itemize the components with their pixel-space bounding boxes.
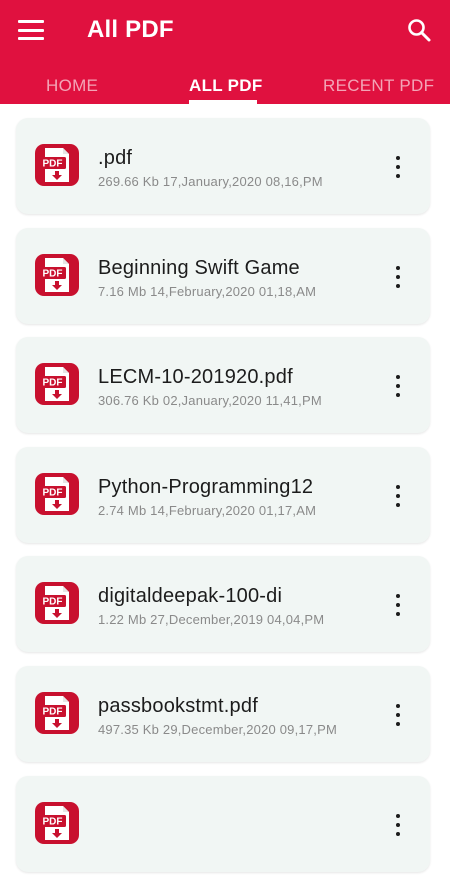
list-item[interactable]: PDF LECM-10-201920.pdf 306.76 Kb 02,Janu… xyxy=(16,337,430,434)
pdf-file-icon: PDF xyxy=(34,253,80,297)
more-vertical-icon[interactable] xyxy=(392,156,404,178)
page-title: All PDF xyxy=(87,16,174,43)
more-vertical-icon[interactable] xyxy=(392,813,404,836)
svg-text:PDF: PDF xyxy=(43,597,63,608)
pdf-file-icon: PDF xyxy=(34,472,80,516)
pdf-file-icon: PDF xyxy=(34,581,80,625)
file-meta: 7.16 Mb 14,February,2020 01,18,AM xyxy=(98,283,317,299)
hamburger-menu-icon[interactable] xyxy=(18,20,44,40)
pdf-file-list: PDF .pdf 269.66 Kb 17,January,2020 08,16… xyxy=(16,118,430,885)
svg-text:PDF: PDF xyxy=(43,707,63,718)
tab-bar: HOME ALL PDF RECENT PDF xyxy=(0,60,450,104)
list-item[interactable]: PDF Python-Programming12 2.74 Mb 14,Febr… xyxy=(16,446,430,543)
file-name: passbookstmt.pdf xyxy=(98,694,258,717)
more-vertical-icon[interactable] xyxy=(392,265,404,288)
pdf-file-icon: PDF xyxy=(34,691,80,735)
file-meta: 1.22 Mb 27,December,2019 04,04,PM xyxy=(98,612,325,628)
file-name: .pdf xyxy=(98,147,133,169)
file-name: digitaldeepak-100-di xyxy=(98,585,283,608)
svg-text:PDF: PDF xyxy=(43,268,63,279)
app-bar: All PDF HOME ALL PDF RECENT PDF xyxy=(0,0,450,104)
file-meta: 2.74 Mb 14,February,2020 01,17,AM xyxy=(98,502,317,518)
list-item[interactable]: PDF passbookstmt.pdf 497.35 Kb 29,Decemb… xyxy=(16,665,430,762)
list-item[interactable]: PDF .pdf 269.66 Kb 17,January,2020 08,16… xyxy=(16,118,430,214)
more-vertical-icon[interactable] xyxy=(392,594,404,617)
active-tab-indicator xyxy=(189,100,257,104)
search-icon[interactable] xyxy=(406,17,432,43)
svg-text:PDF: PDF xyxy=(43,816,63,827)
file-name: Python-Programming12 xyxy=(98,475,314,498)
svg-text:PDF: PDF xyxy=(43,159,63,170)
list-item[interactable]: PDF xyxy=(16,775,430,872)
file-name: LECM-10-201920.pdf xyxy=(98,366,293,389)
file-meta: 306.76 Kb 02,January,2020 11,41,PM xyxy=(98,393,322,409)
tab-home[interactable]: HOME xyxy=(46,76,98,96)
pdf-file-icon: PDF xyxy=(34,362,80,406)
svg-text:PDF: PDF xyxy=(43,487,63,498)
tab-recent-pdf[interactable]: RECENT PDF xyxy=(323,76,434,96)
list-item[interactable]: PDF digitaldeepak-100-di 1.22 Mb 27,Dece… xyxy=(16,556,430,653)
tab-all-pdf[interactable]: ALL PDF xyxy=(189,76,263,96)
more-vertical-icon[interactable] xyxy=(392,375,404,398)
list-item[interactable]: PDF Beginning Swift Game 7.16 Mb 14,Febr… xyxy=(16,227,430,324)
more-vertical-icon[interactable] xyxy=(392,703,404,726)
svg-text:PDF: PDF xyxy=(43,378,63,389)
file-meta: 269.66 Kb 17,January,2020 08,16,PM xyxy=(98,174,323,189)
pdf-file-icon: PDF xyxy=(34,801,80,845)
file-name: Beginning Swift Game xyxy=(98,256,300,279)
file-meta: 497.35 Kb 29,December,2020 09,17,PM xyxy=(98,721,337,737)
more-vertical-icon[interactable] xyxy=(392,484,404,507)
pdf-file-icon: PDF xyxy=(34,143,80,187)
